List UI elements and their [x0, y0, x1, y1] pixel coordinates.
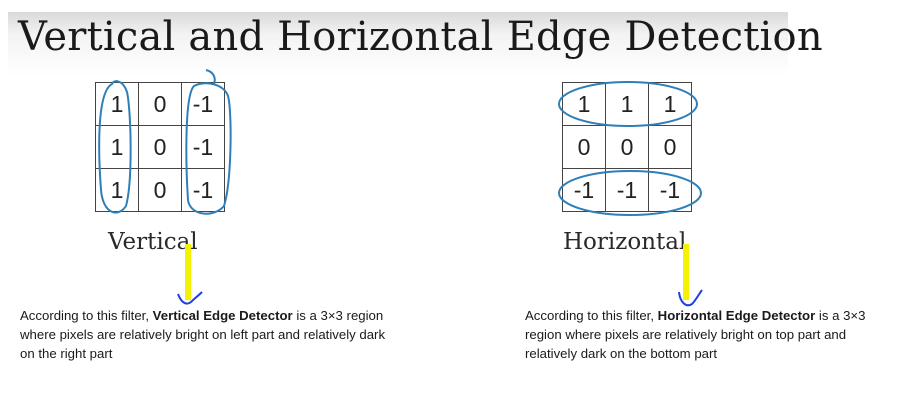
matrix-row: 1 0 -1 — [95, 125, 225, 169]
matrix-cell: 1 — [95, 168, 139, 212]
matrix-cell: 0 — [562, 125, 606, 169]
matrix-cell: 1 — [562, 82, 606, 126]
matrix-cell: 1 — [95, 82, 139, 126]
vertical-check-mark — [177, 291, 203, 305]
description-prefix: According to this filter, — [20, 308, 153, 323]
description-prefix: According to this filter, — [525, 308, 658, 323]
matrix-cell: 0 — [138, 125, 182, 169]
matrix-cell: 0 — [138, 82, 182, 126]
matrix-cell: 1 — [648, 82, 692, 126]
matrix-cell: 1 — [95, 125, 139, 169]
matrix-row: 1 0 -1 — [95, 168, 225, 212]
horizontal-description: According to this filter, Horizontal Edg… — [525, 306, 895, 363]
matrix-cell: -1 — [605, 168, 649, 212]
matrix-row: 1 1 1 — [562, 82, 692, 126]
description-term: Horizontal Edge Detector — [657, 308, 816, 323]
matrix-row: 0 0 0 — [562, 125, 692, 169]
matrix-cell: 0 — [138, 168, 182, 212]
matrix-cell: -1 — [562, 168, 606, 212]
matrix-cell: -1 — [648, 168, 692, 212]
matrix-cell: -1 — [181, 125, 225, 169]
matrix-cell: -1 — [181, 168, 225, 212]
matrix-cell: 0 — [648, 125, 692, 169]
matrix-cell: 0 — [605, 125, 649, 169]
horizontal-check-mark — [678, 289, 703, 307]
page-title: Vertical and Horizontal Edge Detection — [18, 14, 823, 60]
matrix-cell: 1 — [605, 82, 649, 126]
horizontal-caption: Horizontal — [563, 229, 687, 255]
vertical-description: According to this filter, Vertical Edge … — [20, 306, 395, 363]
description-term: Vertical Edge Detector — [152, 308, 293, 323]
matrix-row: -1 -1 -1 — [562, 168, 692, 212]
matrix-row: 1 0 -1 — [95, 82, 225, 126]
vertical-filter-matrix: 1 0 -1 1 0 -1 1 0 -1 — [95, 82, 225, 212]
matrix-cell: -1 — [181, 82, 225, 126]
horizontal-filter-matrix: 1 1 1 0 0 0 -1 -1 -1 — [562, 82, 692, 212]
vertical-caption: Vertical — [108, 229, 198, 255]
